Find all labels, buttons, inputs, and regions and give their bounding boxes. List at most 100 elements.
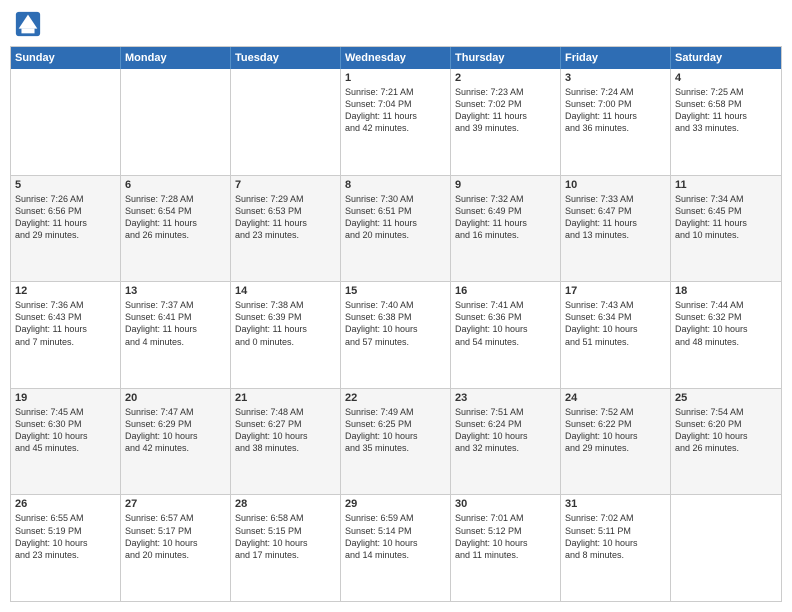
cell-text: Sunrise: 7:32 AMSunset: 6:49 PMDaylight:… [455, 193, 556, 242]
day-number: 9 [455, 179, 556, 191]
cell-text: Sunrise: 6:58 AMSunset: 5:15 PMDaylight:… [235, 512, 336, 561]
cell-text: Sunrise: 7:34 AMSunset: 6:45 PMDaylight:… [675, 193, 777, 242]
calendar-body: 1Sunrise: 7:21 AMSunset: 7:04 PMDaylight… [11, 69, 781, 601]
calendar-cell-3-5: 24 Sunrise: 7:52 AMSunset: 6:22 PMDayligh… [561, 389, 671, 495]
calendar-cell-2-5: 17 Sunrise: 7:43 AMSunset: 6:34 PMDayligh… [561, 282, 671, 388]
cell-text: Sunrise: 7:21 AMSunset: 7:04 PMDaylight:… [345, 86, 446, 135]
day-number: 23 [455, 392, 556, 404]
calendar-cell-0-2 [231, 69, 341, 175]
logo [14, 10, 46, 38]
calendar-cell-2-4: 16Sunrise: 7:41 AMSunset: 6:36 PMDayligh… [451, 282, 561, 388]
day-number: 13 [125, 285, 226, 297]
calendar-row-0: 1Sunrise: 7:21 AMSunset: 7:04 PMDaylight… [11, 69, 781, 175]
day-number: 2 [455, 72, 556, 84]
calendar-cell-2-3: 15 Sunrise: 7:40 AMSunset: 6:38 PMDayligh… [341, 282, 451, 388]
cell-text: Sunrise: 7:23 AMSunset: 7:02 PMDaylight:… [455, 86, 556, 135]
header-day-friday: Friday [561, 47, 671, 69]
cell-text: Sunrise: 7:29 AMSunset: 6:53 PMDaylight:… [235, 193, 336, 242]
cell-text: Sunrise: 7:47 AMSunset: 6:29 PMDaylight:… [125, 406, 226, 455]
day-number: 24 [565, 392, 666, 404]
cell-text: Sunrise: 6:55 AMSunset: 5:19 PMDaylight:… [15, 512, 116, 561]
calendar-cell-4-6 [671, 495, 781, 601]
day-number: 22 [345, 392, 446, 404]
cell-text: Sunrise: 7:26 AMSunset: 6:56 PMDaylight:… [15, 193, 116, 242]
cell-text: Sunrise: 7:30 AMSunset: 6:51 PMDaylight:… [345, 193, 446, 242]
calendar-cell-4-0: 26 Sunrise: 6:55 AMSunset: 5:19 PMDayligh… [11, 495, 121, 601]
day-number: 15 [345, 285, 446, 297]
header-day-tuesday: Tuesday [231, 47, 341, 69]
cell-text: Sunrise: 7:24 AMSunset: 7:00 PMDaylight:… [565, 86, 666, 135]
calendar-cell-0-0 [11, 69, 121, 175]
day-number: 6 [125, 179, 226, 191]
calendar: SundayMondayTuesdayWednesdayThursdayFrid… [10, 46, 782, 602]
calendar-cell-3-1: 20 Sunrise: 7:47 AMSunset: 6:29 PMDayligh… [121, 389, 231, 495]
day-number: 19 [15, 392, 116, 404]
cell-text: Sunrise: 7:36 AMSunset: 6:43 PMDaylight:… [15, 299, 116, 348]
calendar-cell-1-1: 6Sunrise: 7:28 AMSunset: 6:54 PMDaylight… [121, 176, 231, 282]
header-day-sunday: Sunday [11, 47, 121, 69]
day-number: 28 [235, 498, 336, 510]
calendar-cell-0-3: 1Sunrise: 7:21 AMSunset: 7:04 PMDaylight… [341, 69, 451, 175]
day-number: 26 [15, 498, 116, 510]
day-number: 21 [235, 392, 336, 404]
day-number: 14 [235, 285, 336, 297]
cell-text: Sunrise: 7:25 AMSunset: 6:58 PMDaylight:… [675, 86, 777, 135]
cell-text: Sunrise: 7:52 AMSunset: 6:22 PMDaylight:… [565, 406, 666, 455]
day-number: 31 [565, 498, 666, 510]
cell-text: Sunrise: 7:54 AMSunset: 6:20 PMDaylight:… [675, 406, 777, 455]
cell-text: Sunrise: 6:59 AMSunset: 5:14 PMDaylight:… [345, 512, 446, 561]
calendar-cell-2-2: 14 Sunrise: 7:38 AMSunset: 6:39 PMDayligh… [231, 282, 341, 388]
calendar-cell-3-0: 19 Sunrise: 7:45 AMSunset: 6:30 PMDayligh… [11, 389, 121, 495]
cell-text: Sunrise: 7:49 AMSunset: 6:25 PMDaylight:… [345, 406, 446, 455]
cell-text: Sunrise: 7:41 AMSunset: 6:36 PMDaylight:… [455, 299, 556, 348]
calendar-cell-3-2: 21Sunrise: 7:48 AMSunset: 6:27 PMDayligh… [231, 389, 341, 495]
day-number: 20 [125, 392, 226, 404]
calendar-cell-0-1 [121, 69, 231, 175]
calendar-header: SundayMondayTuesdayWednesdayThursdayFrid… [11, 47, 781, 69]
header-day-wednesday: Wednesday [341, 47, 451, 69]
day-number: 4 [675, 72, 777, 84]
cell-text: Sunrise: 7:02 AMSunset: 5:11 PMDaylight:… [565, 512, 666, 561]
day-number: 27 [125, 498, 226, 510]
calendar-cell-2-0: 12Sunrise: 7:36 AMSunset: 6:43 PMDayligh… [11, 282, 121, 388]
cell-text: Sunrise: 7:45 AMSunset: 6:30 PMDaylight:… [15, 406, 116, 455]
calendar-cell-1-5: 10 Sunrise: 7:33 AMSunset: 6:47 PMDayligh… [561, 176, 671, 282]
cell-text: Sunrise: 7:43 AMSunset: 6:34 PMDaylight:… [565, 299, 666, 348]
day-number: 30 [455, 498, 556, 510]
cell-text: Sunrise: 7:40 AMSunset: 6:38 PMDaylight:… [345, 299, 446, 348]
header-day-monday: Monday [121, 47, 231, 69]
calendar-cell-2-1: 13 Sunrise: 7:37 AMSunset: 6:41 PMDayligh… [121, 282, 231, 388]
calendar-row-1: 5Sunrise: 7:26 AMSunset: 6:56 PMDaylight… [11, 175, 781, 282]
calendar-cell-4-1: 27 Sunrise: 6:57 AMSunset: 5:17 PMDayligh… [121, 495, 231, 601]
cell-text: Sunrise: 6:57 AMSunset: 5:17 PMDaylight:… [125, 512, 226, 561]
day-number: 8 [345, 179, 446, 191]
calendar-cell-1-3: 8 Sunrise: 7:30 AMSunset: 6:51 PMDaylight… [341, 176, 451, 282]
calendar-cell-4-3: 29 Sunrise: 6:59 AMSunset: 5:14 PMDayligh… [341, 495, 451, 601]
day-number: 17 [565, 285, 666, 297]
calendar-row-3: 19 Sunrise: 7:45 AMSunset: 6:30 PMDayligh… [11, 388, 781, 495]
calendar-row-4: 26 Sunrise: 6:55 AMSunset: 5:19 PMDayligh… [11, 494, 781, 601]
calendar-cell-1-0: 5Sunrise: 7:26 AMSunset: 6:56 PMDaylight… [11, 176, 121, 282]
calendar-cell-4-5: 31 Sunrise: 7:02 AMSunset: 5:11 PMDayligh… [561, 495, 671, 601]
cell-text: Sunrise: 7:33 AMSunset: 6:47 PMDaylight:… [565, 193, 666, 242]
day-number: 7 [235, 179, 336, 191]
calendar-cell-3-4: 23 Sunrise: 7:51 AMSunset: 6:24 PMDayligh… [451, 389, 561, 495]
day-number: 25 [675, 392, 777, 404]
day-number: 3 [565, 72, 666, 84]
cell-text: Sunrise: 7:51 AMSunset: 6:24 PMDaylight:… [455, 406, 556, 455]
calendar-cell-1-2: 7 Sunrise: 7:29 AMSunset: 6:53 PMDaylight… [231, 176, 341, 282]
cell-text: Sunrise: 7:38 AMSunset: 6:39 PMDaylight:… [235, 299, 336, 348]
calendar-cell-1-6: 11Sunrise: 7:34 AMSunset: 6:45 PMDayligh… [671, 176, 781, 282]
cell-text: Sunrise: 7:37 AMSunset: 6:41 PMDaylight:… [125, 299, 226, 348]
calendar-cell-4-2: 28 Sunrise: 6:58 AMSunset: 5:15 PMDayligh… [231, 495, 341, 601]
calendar-cell-1-4: 9 Sunrise: 7:32 AMSunset: 6:49 PMDaylight… [451, 176, 561, 282]
header-day-thursday: Thursday [451, 47, 561, 69]
header-day-saturday: Saturday [671, 47, 781, 69]
day-number: 10 [565, 179, 666, 191]
cell-text: Sunrise: 7:01 AMSunset: 5:12 PMDaylight:… [455, 512, 556, 561]
day-number: 18 [675, 285, 777, 297]
calendar-cell-3-6: 25 Sunrise: 7:54 AMSunset: 6:20 PMDayligh… [671, 389, 781, 495]
day-number: 29 [345, 498, 446, 510]
calendar-cell-4-4: 30 Sunrise: 7:01 AMSunset: 5:12 PMDayligh… [451, 495, 561, 601]
calendar-cell-0-5: 3 Sunrise: 7:24 AMSunset: 7:00 PMDaylight… [561, 69, 671, 175]
